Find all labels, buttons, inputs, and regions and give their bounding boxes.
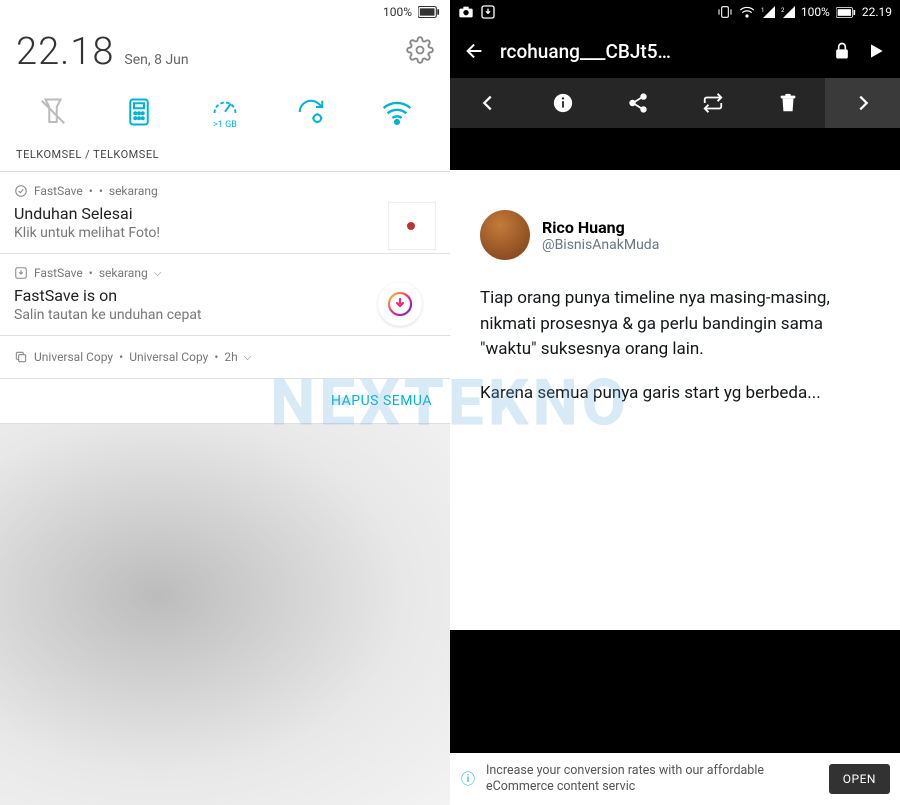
battery-percent: 100%	[801, 5, 830, 19]
repost-button[interactable]	[675, 78, 750, 128]
checkmark-circle-icon	[14, 184, 28, 198]
carrier-label: TELKOMSEL / TELKOMSEL	[0, 144, 450, 171]
app-bar: rcohuang___CBJt5…	[450, 24, 900, 78]
notification-app: Universal Copy	[34, 350, 113, 364]
data-usage-label: >1 GB	[213, 120, 237, 130]
quick-settings-row: >1 GB	[0, 84, 450, 144]
shade-background	[0, 424, 450, 805]
info-button[interactable]	[525, 78, 600, 128]
notification-universal-copy[interactable]: Universal Copy • Universal Copy • 2h ⌵	[0, 336, 450, 379]
delete-button[interactable]	[750, 78, 825, 128]
status-bar-left: 100%	[0, 0, 450, 24]
calculator-toggle[interactable]	[113, 88, 165, 136]
back-button[interactable]	[464, 40, 486, 62]
battery-icon	[418, 6, 440, 18]
chevron-left-icon	[477, 92, 499, 114]
tweet-paragraph: Karena semua punya garis start yg berbed…	[480, 381, 870, 407]
wifi-status-icon	[739, 5, 755, 19]
calculator-icon	[124, 97, 154, 127]
notification-subtitle: Salin tautan ke unduhan cepat	[14, 307, 436, 323]
auto-sync-toggle[interactable]	[285, 88, 337, 136]
notification-subtitle: Klik untuk melihat Foto!	[14, 225, 436, 241]
repost-icon	[702, 92, 724, 114]
ad-text: Increase your conversion rates with our …	[486, 763, 819, 794]
lock-button[interactable]	[832, 41, 852, 61]
svg-text:2: 2	[781, 7, 785, 14]
notification-thumbnail	[388, 202, 436, 250]
vibrate-icon	[717, 4, 733, 20]
avatar	[480, 210, 530, 260]
chevron-down-icon[interactable]: ⌵	[154, 268, 162, 279]
notification-title: FastSave is on	[14, 286, 436, 305]
battery-icon	[836, 7, 856, 18]
share-button[interactable]	[600, 78, 675, 128]
clear-all-button[interactable]: HAPUS SEMUA	[0, 379, 450, 424]
ad-open-button[interactable]: OPEN	[829, 764, 890, 794]
info-icon	[552, 92, 574, 114]
notification-meta: FastSave • sekarang ⌵	[14, 266, 436, 280]
notification-app: FastSave	[34, 184, 83, 198]
ad-banner[interactable]: ⓘ Increase your conversion rates with ou…	[450, 753, 900, 805]
settings-gear-button[interactable]	[406, 36, 434, 64]
tweet-author-handle: @BisnisAnakMuda	[542, 237, 659, 253]
camera-status-icon	[458, 5, 474, 19]
share-icon	[627, 92, 649, 114]
prev-button[interactable]	[450, 78, 525, 128]
notification-when: 2h	[224, 350, 237, 364]
notification-fastsave-on[interactable]: FastSave • sekarang ⌵ FastSave is on Sal…	[0, 254, 450, 336]
clock-date: Sen, 8 Jun	[124, 52, 188, 68]
viewer-background	[450, 630, 900, 753]
adchoices-icon[interactable]: ⓘ	[460, 769, 476, 789]
left-screenshot: 100% 22.18 Sen, 8 Jun >1 GB TELKOMSEL / …	[0, 0, 450, 805]
svg-text:1: 1	[761, 7, 764, 14]
wifi-toggle[interactable]	[371, 88, 423, 136]
notification-when: sekarang	[99, 266, 148, 280]
flashlight-off-icon	[38, 97, 68, 127]
speedometer-icon	[211, 94, 239, 118]
toolbar	[450, 78, 900, 128]
clock-time: 22.18	[16, 30, 114, 74]
image-viewer[interactable]: Rico Huang @BisnisAnakMuda Tiap orang pu…	[450, 128, 900, 753]
tweet-header: Rico Huang @BisnisAnakMuda	[480, 210, 870, 260]
sync-gear-icon	[296, 97, 326, 127]
gear-icon	[406, 36, 434, 64]
right-screenshot: 1 2 100% 22.19 rcohuang___CBJt5… Rico	[450, 0, 900, 805]
notification-meta: Universal Copy • Universal Copy • 2h ⌵	[14, 350, 436, 364]
play-icon	[866, 41, 886, 61]
signal-2-icon: 2	[781, 6, 795, 18]
download-status-icon	[480, 4, 496, 20]
notification-title: Unduhan Selesai	[14, 204, 436, 223]
notification-fastsave-download[interactable]: FastSave • • sekarang Unduhan Selesai Kl…	[0, 172, 450, 254]
fastsave-action-icon[interactable]	[378, 282, 422, 326]
lock-icon	[832, 41, 852, 61]
status-bar-right: 1 2 100% 22.19	[450, 0, 900, 24]
download-square-icon	[14, 266, 28, 280]
flashlight-toggle[interactable]	[27, 88, 79, 136]
shade-header: 22.18 Sen, 8 Jun	[0, 24, 450, 84]
arrow-left-icon	[464, 40, 486, 62]
app-bar-title: rcohuang___CBJt5…	[500, 40, 818, 63]
trash-icon	[777, 92, 799, 114]
tweet-card: Rico Huang @BisnisAnakMuda Tiap orang pu…	[450, 170, 900, 630]
notification-when: sekarang	[109, 184, 158, 198]
wifi-icon	[381, 98, 413, 126]
tweet-author-name: Rico Huang	[542, 218, 659, 237]
notification-sub: Universal Copy	[129, 350, 208, 364]
play-button[interactable]	[866, 41, 886, 61]
download-gradient-icon	[388, 292, 412, 316]
next-button[interactable]	[825, 78, 900, 128]
signal-1-icon: 1	[761, 6, 775, 18]
copy-icon	[14, 350, 28, 364]
tweet-paragraph: Tiap orang punya timeline nya masing-mas…	[480, 286, 870, 363]
chevron-right-icon	[852, 92, 874, 114]
battery-percent: 100%	[383, 5, 412, 19]
tweet-body: Tiap orang punya timeline nya masing-mas…	[480, 286, 870, 406]
status-clock: 22.19	[862, 5, 892, 19]
chevron-down-icon[interactable]: ⌵	[244, 352, 252, 363]
data-usage-toggle[interactable]: >1 GB	[199, 88, 251, 136]
notification-app: FastSave	[34, 266, 83, 280]
notification-meta: FastSave • • sekarang	[14, 184, 436, 198]
